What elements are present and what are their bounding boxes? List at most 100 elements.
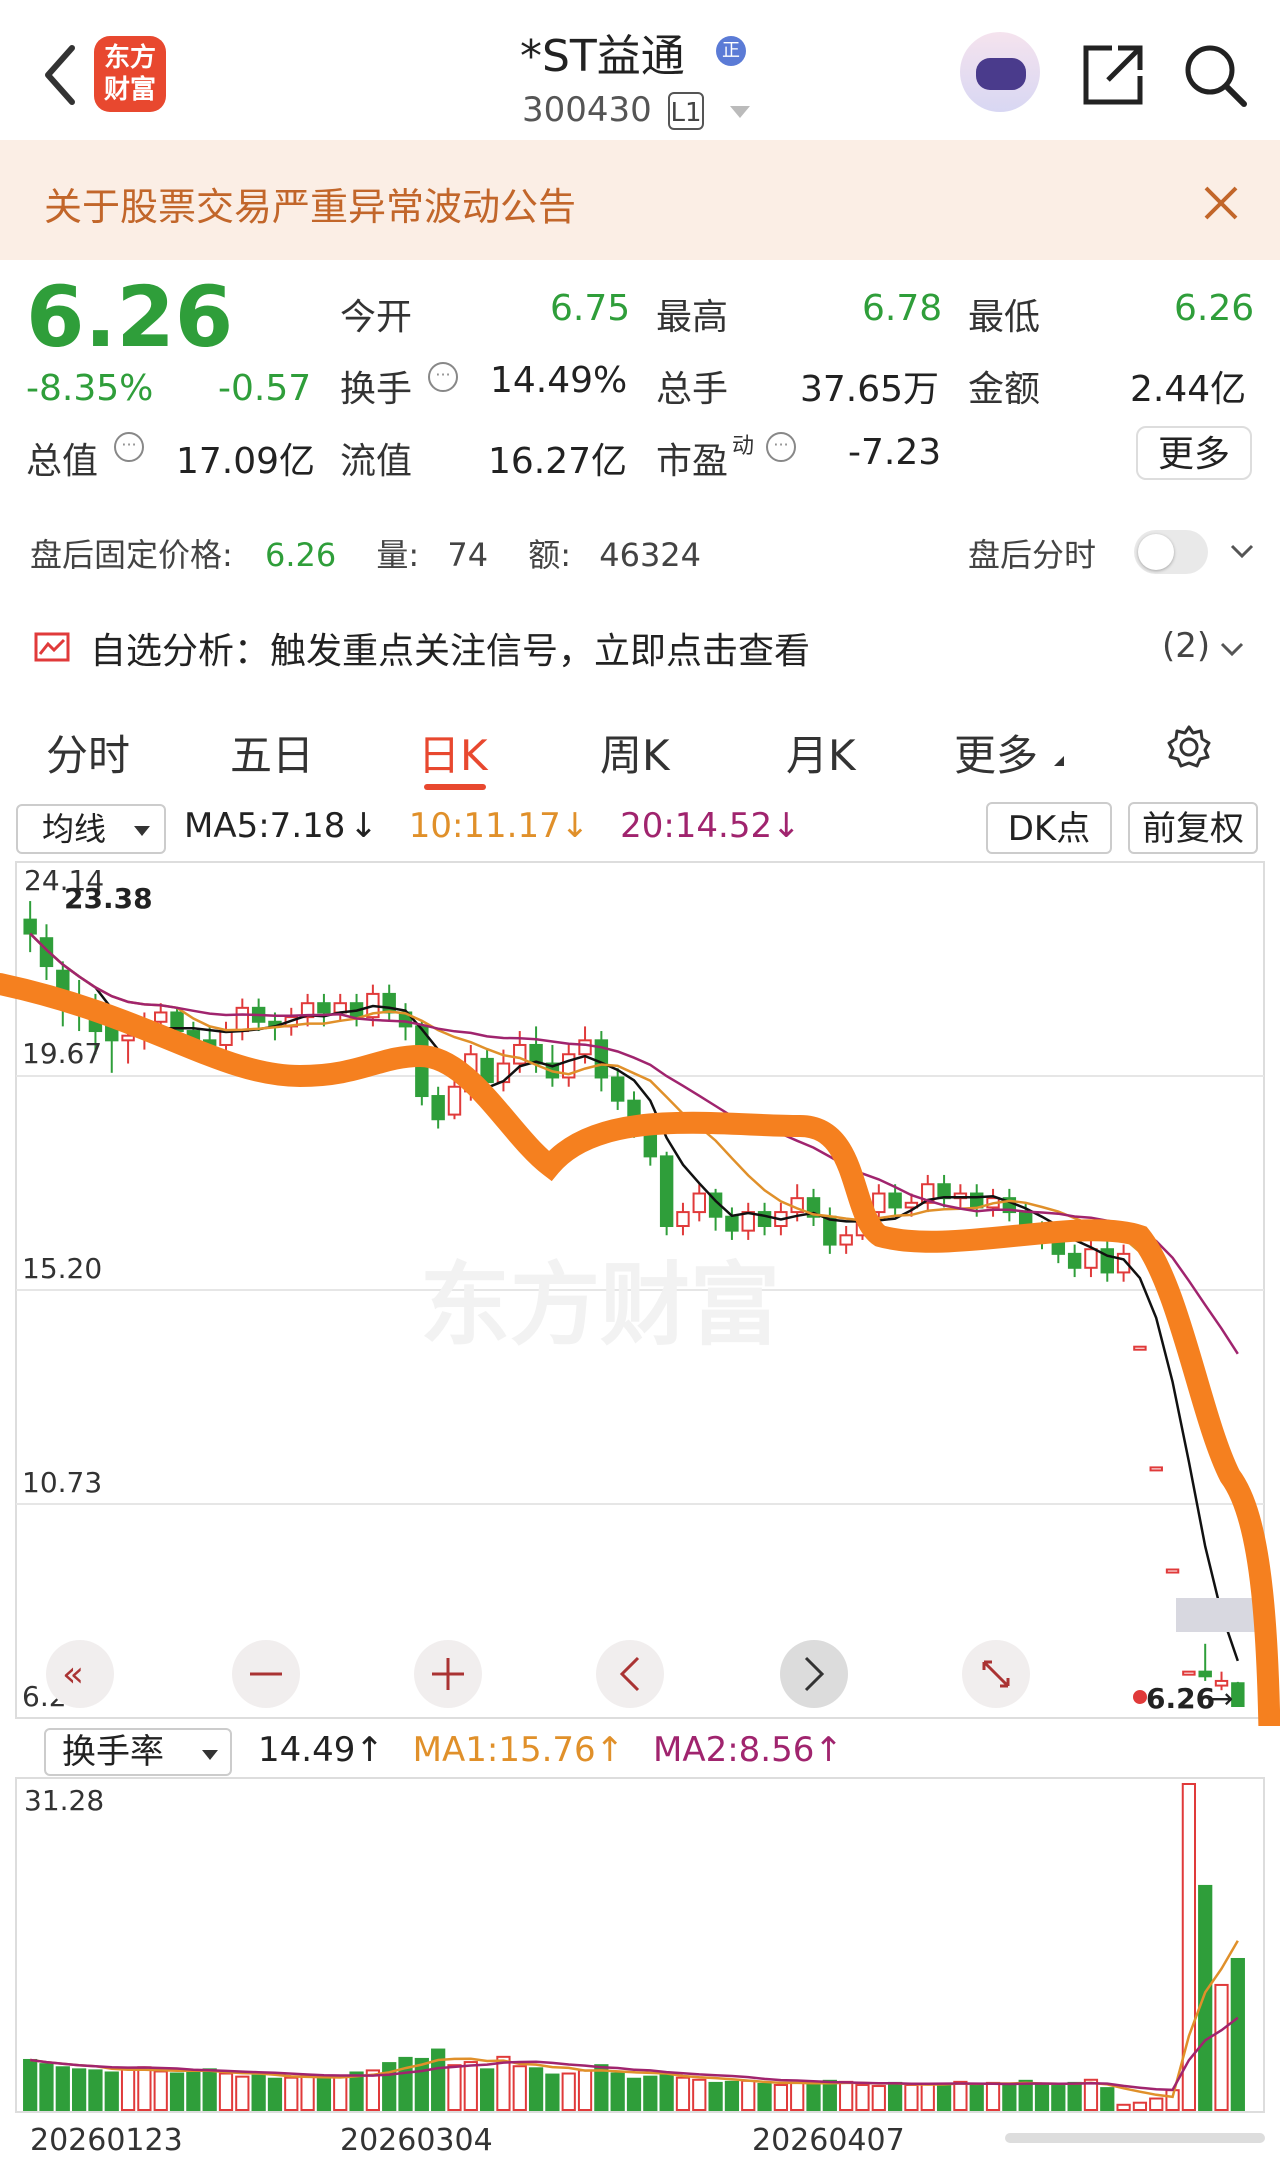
candle-body: [447, 1085, 462, 1116]
turnover-bar: [251, 2074, 266, 2112]
candle-body: [23, 918, 37, 935]
turnover-indicator-select[interactable]: 换手率: [44, 1728, 232, 1776]
aftermarket-amt-label: 额:: [528, 536, 572, 574]
settings-gear-icon[interactable]: [1166, 724, 1212, 770]
chevron-down-icon[interactable]: [1228, 538, 1256, 566]
turnover-bar: [1149, 2097, 1164, 2111]
banner-text[interactable]: 关于股票交易严重异常波动公告: [44, 176, 576, 231]
caret-down-icon[interactable]: [730, 106, 750, 118]
tab-monthly-k[interactable]: 月K: [786, 722, 856, 783]
close-icon[interactable]: [1196, 178, 1246, 228]
adjust-button[interactable]: 前复权: [1128, 802, 1258, 854]
analysis-text[interactable]: 自选分析：触发重点关注信号，立即点击查看: [90, 622, 810, 674]
turnover-bar: [643, 2075, 658, 2112]
turnover-bar: [888, 2081, 903, 2111]
watermark: 东方财富: [420, 1253, 780, 1358]
turnover-bar: [904, 2083, 919, 2111]
turnover-bar: [333, 2075, 348, 2112]
kline-chart[interactable]: 东方财富 24.14 23.38 19.67 15.20 10.73 6.26 …: [0, 856, 1280, 1726]
candle-body: [1165, 1568, 1180, 1574]
candle-body: [1133, 1345, 1147, 1351]
turnover-bar: [1230, 1957, 1245, 2111]
scroll-right-button: [780, 1640, 848, 1708]
candle-body: [496, 1062, 511, 1084]
amount-value: 2.44亿: [1130, 369, 1247, 410]
turnover-bar: [724, 2080, 740, 2112]
scroll-left-button: [596, 1640, 664, 1708]
turnover-bar: [561, 2072, 576, 2111]
turnover-bar: [496, 2055, 511, 2112]
date-label-3: 20260407: [752, 2123, 905, 2158]
turnover-bar: [480, 2068, 495, 2111]
turnover-bar: [349, 2071, 364, 2111]
float-value: 16.27亿: [488, 441, 628, 482]
turnover-bar: [267, 2077, 283, 2111]
turnover-bar: [1100, 2087, 1115, 2111]
level-badge[interactable]: L1: [668, 92, 704, 130]
more-button[interactable]: 更多: [1136, 426, 1252, 480]
ma20-legend: 20:14.52: [620, 806, 773, 846]
axis-tick-2: 15.20: [22, 1252, 102, 1285]
indicator-select[interactable]: 均线: [16, 804, 166, 854]
candle-body: [317, 1002, 331, 1014]
open-value: 6.75: [550, 288, 631, 329]
candle-body: [970, 1192, 984, 1209]
turnover-bar: [675, 2076, 691, 2111]
ma10-legend: 10:11.17: [408, 806, 561, 846]
share-icon[interactable]: [1078, 40, 1148, 110]
info-icon[interactable]: ···: [766, 432, 796, 462]
brand-logo: 东方 财富: [94, 36, 166, 112]
pe-value: -7.23: [848, 432, 942, 473]
analysis-count[interactable]: (2): [1162, 626, 1210, 666]
analysis-chart-icon: [34, 632, 70, 662]
chevron-down-icon[interactable]: [1218, 636, 1246, 664]
dk-point-button[interactable]: DK点: [986, 802, 1112, 854]
turnover-bar: [692, 2078, 707, 2111]
change-percent: -8.35%: [26, 368, 154, 409]
turnover-value: 14.49%: [490, 360, 628, 401]
tab-weekly-k[interactable]: 周K: [600, 722, 670, 783]
turnover-bar: [806, 2082, 821, 2111]
aftermarket-row: 盘后固定价格: 6.26 量: 74 额: 46324: [30, 530, 701, 576]
info-icon[interactable]: ···: [114, 432, 144, 462]
aftermarket-label: 盘后固定价格:: [30, 536, 233, 574]
turnover-chart[interactable]: 31.28 20260123 20260304 20260407: [0, 1776, 1280, 2182]
tab-five-day[interactable]: 五日: [230, 722, 314, 783]
turnover-bar: [235, 2075, 250, 2112]
search-icon[interactable]: [1180, 40, 1250, 110]
info-icon[interactable]: ···: [428, 362, 458, 392]
turnover-bar: [871, 2085, 886, 2112]
last-price-arrow: →: [1210, 1682, 1233, 1715]
turnover-bar: [822, 2079, 837, 2112]
volume-value: 37.65万: [800, 369, 940, 410]
turnover-bar: [316, 2077, 332, 2111]
turnover-bar: [186, 2071, 201, 2111]
candle-body: [676, 1211, 690, 1228]
aftermarket-vol-label: 量:: [376, 536, 420, 574]
tab-daily-k[interactable]: 日K: [418, 722, 488, 783]
turnover-bar: [577, 2069, 593, 2112]
mktcap-label: 总值: [26, 441, 99, 482]
turnover-bar: [1051, 2085, 1066, 2112]
last-price-label: 6.26: [1146, 1682, 1215, 1715]
turnover-bar: [1214, 1983, 1229, 2112]
turnover-bar: [104, 2071, 119, 2111]
turnover-bar: [855, 2083, 870, 2111]
more-corner-icon: [1054, 756, 1064, 766]
turnover-frame: [15, 1777, 1265, 2113]
low-value: 6.26: [1174, 288, 1255, 329]
tab-more[interactable]: 更多: [954, 722, 1038, 783]
turnover-bar: [773, 2083, 789, 2111]
tab-intraday[interactable]: 分时: [46, 722, 130, 783]
volume-label: 总手: [656, 369, 729, 410]
candle-body: [725, 1215, 739, 1232]
axis-tick-3: 10.73: [22, 1466, 102, 1499]
candle-body: [872, 1192, 886, 1214]
turnover-bar: [153, 2070, 168, 2112]
turnover-bar: [1067, 2081, 1082, 2111]
turnover-bar: [708, 2081, 723, 2111]
back-arrow-icon[interactable]: [40, 40, 80, 110]
toggle-knob[interactable]: [1138, 534, 1174, 570]
turnover-bar: [936, 2082, 952, 2111]
active-tab-indicator: [424, 784, 486, 790]
